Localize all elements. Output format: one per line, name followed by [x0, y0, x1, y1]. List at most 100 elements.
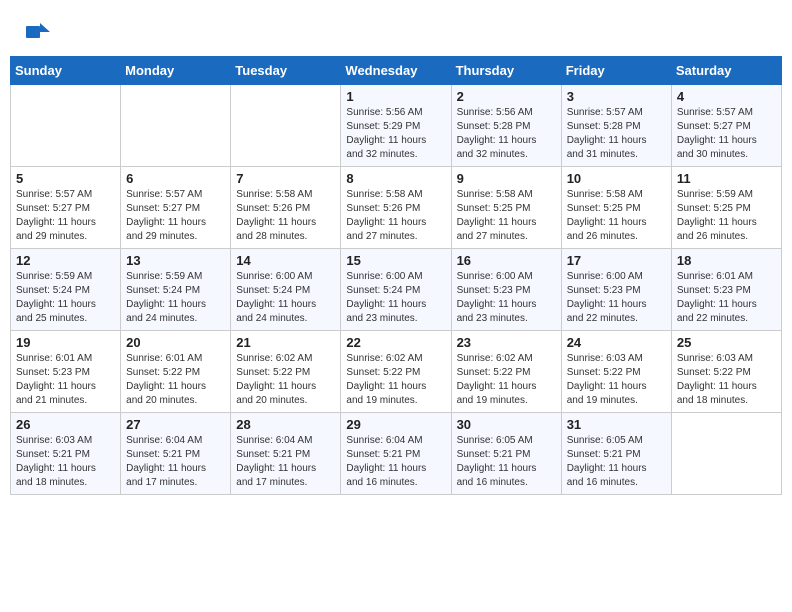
day-number: 3: [567, 89, 666, 104]
calendar-day-cell: 29 Sunrise: 6:04 AM Sunset: 5:21 PM Dayli…: [341, 413, 451, 495]
day-info-text: Sunrise: 5:57 AM Sunset: 5:27 PM Dayligh…: [16, 188, 115, 244]
day-number: 22: [346, 335, 445, 350]
day-number: 17: [567, 253, 666, 268]
day-number: 5: [16, 171, 115, 186]
day-info-text: Sunrise: 6:00 AM Sunset: 5:23 PM Dayligh…: [457, 270, 556, 326]
day-info-text: Sunrise: 6:03 AM Sunset: 5:21 PM Dayligh…: [16, 434, 115, 490]
calendar-day-cell: 25Sunrise: 6:03 AM Sunset: 5:22 PM Dayli…: [671, 331, 781, 413]
day-number: 28: [236, 417, 335, 432]
day-number: 24: [567, 335, 666, 350]
calendar-day-cell: 26 Sunrise: 6:03 AM Sunset: 5:21 PM Dayli…: [11, 413, 121, 495]
day-info-text: Sunrise: 5:58 AM Sunset: 5:25 PM Dayligh…: [567, 188, 666, 244]
day-info-text: Sunrise: 5:57 AM Sunset: 5:28 PM Dayligh…: [567, 106, 666, 162]
calendar-day-cell: 30 Sunrise: 6:05 AM Sunset: 5:21 PM Dayli…: [451, 413, 561, 495]
day-info-text: Sunrise: 6:01 AM Sunset: 5:23 PM Dayligh…: [16, 352, 115, 408]
calendar-day-cell: 23 Sunrise: 6:02 AM Sunset: 5:22 PM Dayli…: [451, 331, 561, 413]
day-number: 11: [677, 171, 776, 186]
day-number: 10: [567, 171, 666, 186]
day-of-week-header: Tuesday: [231, 57, 341, 85]
day-number: 18: [677, 253, 776, 268]
calendar-day-cell: 22 Sunrise: 6:02 AM Sunset: 5:22 PM Dayli…: [341, 331, 451, 413]
day-number: 7: [236, 171, 335, 186]
day-number: 9: [457, 171, 556, 186]
day-number: 20: [126, 335, 225, 350]
calendar-week-row: 26 Sunrise: 6:03 AM Sunset: 5:21 PM Dayli…: [11, 413, 782, 495]
day-info-text: Sunrise: 5:58 AM Sunset: 5:26 PM Dayligh…: [346, 188, 445, 244]
logo-icon: [24, 18, 52, 46]
day-of-week-header: Saturday: [671, 57, 781, 85]
calendar-week-row: 1 Sunrise: 5:56 AM Sunset: 5:29 PM Daylig…: [11, 85, 782, 167]
calendar-day-cell: 11Sunrise: 5:59 AM Sunset: 5:25 PM Dayli…: [671, 167, 781, 249]
day-info-text: Sunrise: 5:59 AM Sunset: 5:24 PM Dayligh…: [16, 270, 115, 326]
day-info-text: Sunrise: 6:00 AM Sunset: 5:24 PM Dayligh…: [346, 270, 445, 326]
calendar-table: SundayMondayTuesdayWednesdayThursdayFrid…: [10, 56, 782, 495]
calendar-day-cell: 1 Sunrise: 5:56 AM Sunset: 5:29 PM Daylig…: [341, 85, 451, 167]
calendar-day-cell: 27Sunrise: 6:04 AM Sunset: 5:21 PM Dayli…: [121, 413, 231, 495]
day-info-text: Sunrise: 5:56 AM Sunset: 5:28 PM Dayligh…: [457, 106, 556, 162]
day-info-text: Sunrise: 5:58 AM Sunset: 5:26 PM Dayligh…: [236, 188, 335, 244]
calendar-week-row: 5 Sunrise: 5:57 AM Sunset: 5:27 PM Daylig…: [11, 167, 782, 249]
calendar-day-cell: 8 Sunrise: 5:58 AM Sunset: 5:26 PM Daylig…: [341, 167, 451, 249]
day-number: 2: [457, 89, 556, 104]
day-info-text: Sunrise: 5:58 AM Sunset: 5:25 PM Dayligh…: [457, 188, 556, 244]
calendar-day-cell: 10 Sunrise: 5:58 AM Sunset: 5:25 PM Dayli…: [561, 167, 671, 249]
logo: [24, 18, 54, 46]
day-info-text: Sunrise: 6:02 AM Sunset: 5:22 PM Dayligh…: [346, 352, 445, 408]
calendar-day-cell: 13 Sunrise: 5:59 AM Sunset: 5:24 PM Dayli…: [121, 249, 231, 331]
day-info-text: Sunrise: 6:00 AM Sunset: 5:24 PM Dayligh…: [236, 270, 335, 326]
calendar-day-cell: 19 Sunrise: 6:01 AM Sunset: 5:23 PM Dayli…: [11, 331, 121, 413]
calendar-day-cell: [121, 85, 231, 167]
day-number: 13: [126, 253, 225, 268]
calendar-day-cell: 6 Sunrise: 5:57 AM Sunset: 5:27 PM Daylig…: [121, 167, 231, 249]
calendar-day-cell: [231, 85, 341, 167]
day-info-text: Sunrise: 5:56 AM Sunset: 5:29 PM Dayligh…: [346, 106, 445, 162]
calendar-day-cell: 31 Sunrise: 6:05 AM Sunset: 5:21 PM Dayli…: [561, 413, 671, 495]
calendar-day-cell: [671, 413, 781, 495]
calendar-day-cell: 18 Sunrise: 6:01 AM Sunset: 5:23 PM Dayli…: [671, 249, 781, 331]
day-number: 4: [677, 89, 776, 104]
days-of-week-row: SundayMondayTuesdayWednesdayThursdayFrid…: [11, 57, 782, 85]
day-number: 31: [567, 417, 666, 432]
day-info-text: Sunrise: 5:59 AM Sunset: 5:24 PM Dayligh…: [126, 270, 225, 326]
day-number: 1: [346, 89, 445, 104]
day-info-text: Sunrise: 6:01 AM Sunset: 5:23 PM Dayligh…: [677, 270, 776, 326]
calendar-header: SundayMondayTuesdayWednesdayThursdayFrid…: [11, 57, 782, 85]
calendar-day-cell: 14 Sunrise: 6:00 AM Sunset: 5:24 PM Dayli…: [231, 249, 341, 331]
day-of-week-header: Friday: [561, 57, 671, 85]
day-number: 21: [236, 335, 335, 350]
day-info-text: Sunrise: 6:01 AM Sunset: 5:22 PM Dayligh…: [126, 352, 225, 408]
day-info-text: Sunrise: 5:57 AM Sunset: 5:27 PM Dayligh…: [126, 188, 225, 244]
calendar-day-cell: 17Sunrise: 6:00 AM Sunset: 5:23 PM Dayli…: [561, 249, 671, 331]
day-info-text: Sunrise: 6:02 AM Sunset: 5:22 PM Dayligh…: [457, 352, 556, 408]
calendar-day-cell: 15 Sunrise: 6:00 AM Sunset: 5:24 PM Dayli…: [341, 249, 451, 331]
day-number: 8: [346, 171, 445, 186]
calendar-day-cell: 12Sunrise: 5:59 AM Sunset: 5:24 PM Dayli…: [11, 249, 121, 331]
day-info-text: Sunrise: 6:05 AM Sunset: 5:21 PM Dayligh…: [457, 434, 556, 490]
calendar-day-cell: 2 Sunrise: 5:56 AM Sunset: 5:28 PM Daylig…: [451, 85, 561, 167]
day-number: 16: [457, 253, 556, 268]
calendar-day-cell: 4Sunrise: 5:57 AM Sunset: 5:27 PM Daylig…: [671, 85, 781, 167]
calendar-day-cell: 3 Sunrise: 5:57 AM Sunset: 5:28 PM Daylig…: [561, 85, 671, 167]
day-number: 6: [126, 171, 225, 186]
calendar-week-row: 12Sunrise: 5:59 AM Sunset: 5:24 PM Dayli…: [11, 249, 782, 331]
calendar-week-row: 19 Sunrise: 6:01 AM Sunset: 5:23 PM Dayli…: [11, 331, 782, 413]
calendar-day-cell: 16 Sunrise: 6:00 AM Sunset: 5:23 PM Dayli…: [451, 249, 561, 331]
day-number: 26: [16, 417, 115, 432]
page-header: [0, 0, 792, 56]
day-info-text: Sunrise: 6:04 AM Sunset: 5:21 PM Dayligh…: [346, 434, 445, 490]
day-number: 14: [236, 253, 335, 268]
calendar-day-cell: 7 Sunrise: 5:58 AM Sunset: 5:26 PM Daylig…: [231, 167, 341, 249]
calendar-day-cell: 20 Sunrise: 6:01 AM Sunset: 5:22 PM Dayli…: [121, 331, 231, 413]
calendar-day-cell: 21Sunrise: 6:02 AM Sunset: 5:22 PM Dayli…: [231, 331, 341, 413]
day-number: 23: [457, 335, 556, 350]
day-number: 30: [457, 417, 556, 432]
day-info-text: Sunrise: 6:05 AM Sunset: 5:21 PM Dayligh…: [567, 434, 666, 490]
day-of-week-header: Thursday: [451, 57, 561, 85]
day-number: 29: [346, 417, 445, 432]
day-number: 19: [16, 335, 115, 350]
calendar-day-cell: 24Sunrise: 6:03 AM Sunset: 5:22 PM Dayli…: [561, 331, 671, 413]
day-number: 15: [346, 253, 445, 268]
day-info-text: Sunrise: 6:03 AM Sunset: 5:22 PM Dayligh…: [677, 352, 776, 408]
day-of-week-header: Sunday: [11, 57, 121, 85]
calendar-day-cell: [11, 85, 121, 167]
